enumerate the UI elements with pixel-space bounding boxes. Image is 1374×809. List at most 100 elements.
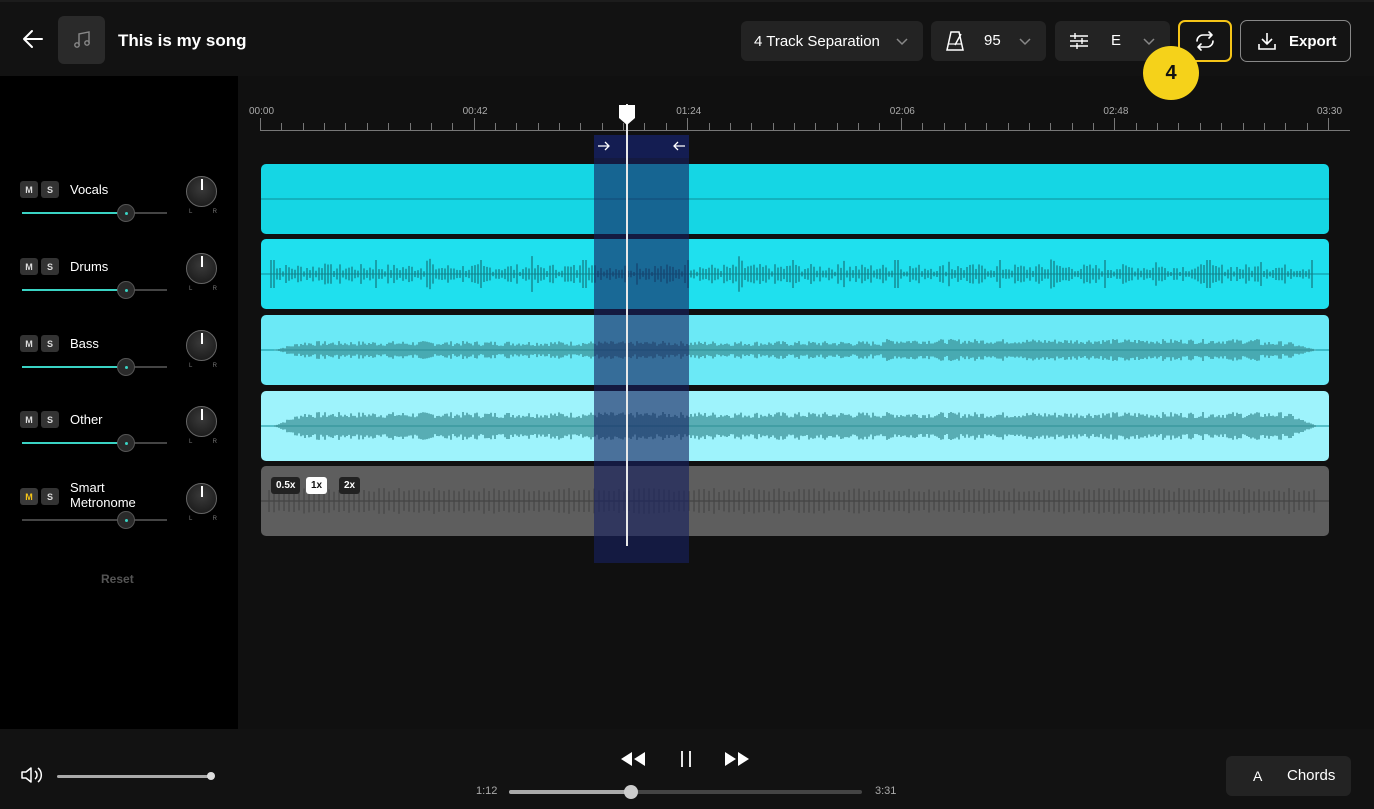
- track-volume-slider[interactable]: [22, 434, 167, 452]
- track-separation-dropdown[interactable]: 4 Track Separation: [741, 21, 923, 61]
- export-button[interactable]: Export: [1240, 20, 1351, 62]
- master-volume-slider[interactable]: [57, 772, 215, 780]
- track-volume-thumb[interactable]: [117, 204, 136, 222]
- ruler-tick: [687, 118, 689, 130]
- mute-button[interactable]: M: [20, 488, 38, 505]
- mute-button[interactable]: M: [20, 411, 38, 428]
- ruler-tick: [1263, 123, 1265, 130]
- track-volume-thumb[interactable]: [117, 434, 136, 452]
- track-controls-panel: M S Vocals L R M S Drums L R M S Bass L R M S Other L R M S Sm…: [0, 76, 238, 729]
- metronome-speed-0-5x[interactable]: 0.5x: [271, 477, 301, 494]
- solo-button[interactable]: S: [41, 258, 59, 275]
- loop-icon: [1196, 31, 1214, 51]
- pan-labels: LR: [189, 363, 217, 369]
- solo-button[interactable]: S: [41, 335, 59, 352]
- ruler-tick: [879, 123, 881, 130]
- pan-knob[interactable]: [186, 406, 217, 437]
- fast-forward-icon[interactable]: [724, 751, 750, 767]
- reset-button[interactable]: Reset: [101, 572, 134, 586]
- mute-button[interactable]: M: [20, 258, 38, 275]
- ruler-tick: [772, 123, 774, 130]
- ruler-label: 02:48: [1103, 106, 1129, 117]
- track-volume-fill: [22, 289, 127, 291]
- track-volume-slider[interactable]: [22, 358, 167, 376]
- ruler-tick: [922, 123, 924, 130]
- pan-knob[interactable]: [186, 483, 217, 514]
- tempo-dropdown[interactable]: 95: [931, 21, 1046, 61]
- track-volume-thumb[interactable]: [117, 358, 136, 376]
- rewind-icon[interactable]: [620, 751, 646, 767]
- ruler-tick: [665, 123, 667, 130]
- ruler-tick: [345, 123, 347, 130]
- track-volume-thumb[interactable]: [117, 281, 136, 299]
- waveform: [261, 339, 1329, 361]
- track-volume-slider[interactable]: [22, 511, 167, 529]
- master-volume-thumb[interactable]: [207, 772, 215, 780]
- track-lane-other[interactable]: [261, 391, 1329, 461]
- ruler-tick: [986, 123, 988, 130]
- track-name: Bass: [70, 336, 99, 351]
- pan-knob[interactable]: [186, 330, 217, 361]
- playhead-icon[interactable]: [618, 104, 636, 126]
- pan-knob[interactable]: [186, 253, 217, 284]
- total-time: 3:31: [875, 785, 897, 797]
- pan-right-label: R: [212, 209, 217, 215]
- ruler-tick: [1328, 118, 1329, 130]
- ruler-tick: [1050, 123, 1052, 130]
- loop-region[interactable]: [594, 135, 689, 563]
- solo-button[interactable]: S: [41, 488, 59, 505]
- track-lane-vocals[interactable]: [261, 164, 1329, 234]
- ruler-tick: [473, 118, 475, 130]
- track-volume-slider[interactable]: [22, 204, 167, 222]
- ruler-tick: [1157, 123, 1159, 130]
- ruler-baseline: [260, 130, 1350, 131]
- arrow-left-icon[interactable]: [672, 140, 686, 152]
- metronome-speed-2x[interactable]: 2x: [339, 477, 361, 494]
- pan-left-label: L: [189, 209, 193, 215]
- key-value: E: [1111, 32, 1122, 49]
- track-lane-bass[interactable]: [261, 315, 1329, 385]
- ruler-tick: [858, 123, 860, 130]
- ruler-label: 01:24: [676, 106, 702, 117]
- ruler-tick: [644, 123, 646, 130]
- track-control-drums: M S Drums L R: [0, 253, 238, 328]
- pan-knob[interactable]: [186, 176, 217, 207]
- download-icon: [1258, 33, 1276, 50]
- loop-region-handle[interactable]: [594, 135, 689, 158]
- solo-button[interactable]: S: [41, 411, 59, 428]
- ruler-tick: [516, 123, 518, 130]
- track-volume-fill: [22, 366, 127, 368]
- ruler-tick: [729, 123, 731, 130]
- arrow-right-icon[interactable]: [597, 140, 611, 152]
- ruler-tick: [815, 123, 817, 130]
- pause-icon[interactable]: [678, 749, 694, 769]
- track-control-bass: M S Bass L R: [0, 330, 238, 405]
- ruler-tick: [1114, 118, 1116, 130]
- track-volume-slider[interactable]: [22, 281, 167, 299]
- song-artwork: [58, 16, 105, 64]
- playback-progress-slider[interactable]: [509, 785, 862, 799]
- track-volume-thumb[interactable]: [117, 511, 136, 529]
- pan-labels: LR: [189, 286, 217, 292]
- back-button[interactable]: [20, 26, 46, 52]
- pan-right-label: R: [212, 516, 217, 522]
- ruler-tick: [601, 123, 603, 130]
- chords-button[interactable]: A Chords: [1226, 756, 1351, 796]
- chevron-down-icon: [1143, 38, 1155, 46]
- progress-thumb[interactable]: [623, 785, 638, 799]
- solo-button[interactable]: S: [41, 181, 59, 198]
- metronome-speed-1x[interactable]: 1x: [306, 477, 328, 494]
- mute-button[interactable]: M: [20, 181, 38, 198]
- playhead[interactable]: [626, 104, 628, 546]
- track-lane-drums[interactable]: [261, 239, 1329, 309]
- track-separation-label: 4 Track Separation: [754, 32, 880, 50]
- pan-left-label: L: [189, 286, 193, 292]
- export-label: Export: [1289, 33, 1337, 50]
- volume-icon[interactable]: [20, 765, 46, 785]
- pan-left-label: L: [189, 516, 193, 522]
- progress-fill: [509, 790, 631, 794]
- mute-button[interactable]: M: [20, 335, 38, 352]
- track-lane-smart-metronome[interactable]: 0.5x 1x 2x: [261, 466, 1329, 536]
- ruler-tick: [1135, 123, 1137, 130]
- ruler-tick: [1306, 123, 1308, 130]
